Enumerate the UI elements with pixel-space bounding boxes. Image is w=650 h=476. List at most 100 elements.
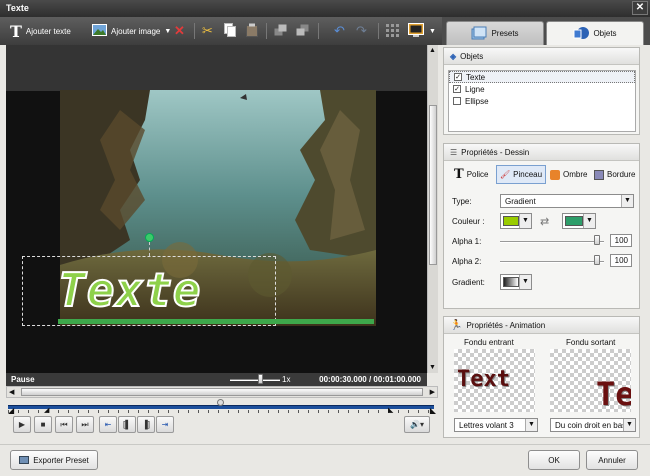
alpha2-slider[interactable] [500,261,604,263]
timeline[interactable]: ◢ ◢ ◣ ◣ [8,399,436,415]
copy-button[interactable] [224,21,236,41]
h-scroll-thumb[interactable] [21,388,423,396]
list-item[interactable]: Ellipse [449,95,635,107]
end-marker-icon[interactable]: ◣ [430,406,436,415]
next-button[interactable]: ⏭ [76,416,94,433]
fade-in-select[interactable]: Lettres volant 3 ▼ [454,418,538,432]
send-backward-button[interactable] [296,21,310,41]
delete-button[interactable]: ✕ [174,21,185,41]
close-button[interactable]: ✕ [632,1,648,15]
set-in-button[interactable]: [▌ [118,416,136,433]
tab-border-label: Bordure [607,170,636,179]
tab-objects[interactable]: Objets [546,21,644,45]
color1-swatch [503,216,519,226]
in-point-marker-icon[interactable]: ◢ [44,406,49,414]
tab-border[interactable]: Bordure [594,165,635,184]
scroll-left-arrow-icon[interactable]: ◀ [9,388,14,396]
type-select[interactable]: Gradient ▼ [500,194,634,208]
tab-shadow[interactable]: Ombre [550,165,587,184]
cut-button[interactable]: ✂ [202,21,213,41]
list-item[interactable]: ✓ Texte [449,71,635,83]
swap-colors-icon[interactable]: ⇄ [540,215,549,228]
redo-icon: ↷ [356,23,367,38]
alpha1-slider[interactable] [500,241,604,243]
vertical-scrollbar[interactable]: ▲ ▼ [427,45,438,373]
go-to-in-button[interactable]: ⇤ [99,416,117,433]
redo-button[interactable]: ↷ [356,21,367,41]
presets-icon [471,26,487,42]
grid-icon [386,23,399,39]
tab-objects-label: Objets [593,29,617,38]
scroll-down-arrow-icon[interactable]: ▼ [429,364,436,371]
cancel-button[interactable]: Annuler [586,450,638,470]
fade-in-label: Fondu entrant [464,338,514,347]
tab-font[interactable]: T Police [454,165,488,184]
alpha2-slider-thumb[interactable] [594,255,600,265]
speed-slider-thumb[interactable] [258,374,263,384]
playhead[interactable] [217,399,224,406]
border-icon [594,169,604,180]
speed-slider[interactable] [230,379,280,381]
start-marker-icon[interactable]: ◢ [8,406,14,415]
export-preset-label: Exporter Preset [33,455,89,465]
play-button[interactable]: ▶ [13,416,31,433]
tab-brush[interactable]: 🖌 Pinceau [496,165,546,184]
horizontal-scrollbar[interactable]: ◀ ▶ [6,386,438,398]
brush-icon: 🖌 [500,170,511,179]
fade-in-preview[interactable]: Text [454,349,535,412]
drawing-panel-header: ☰ Propriétés - Dessin [444,144,639,161]
chevron-down-icon: ▼ [583,214,595,228]
gradient-picker[interactable]: ▼ [500,274,532,290]
alpha2-input[interactable]: 100 [610,254,632,267]
set-out-button[interactable]: ▐] [137,416,155,433]
set-out-icon: ▐] [142,420,150,429]
alpha1-input[interactable]: 100 [610,234,632,247]
out-point-marker-icon[interactable]: ◣ [388,406,393,414]
object-checkbox[interactable] [453,97,461,105]
time-readout: 00:00:30.000 / 00:01:00.000 [319,375,421,384]
add-image-button[interactable]: Ajouter image ▼ [92,21,171,41]
ok-button[interactable]: OK [528,450,580,470]
tab-presets[interactable]: Presets [446,21,544,45]
chevron-down-icon: ▼ [623,419,635,431]
paste-button[interactable] [246,21,258,41]
monitor-button[interactable]: ▼ [408,21,436,41]
line-object[interactable] [58,319,374,324]
export-preset-button[interactable]: Exporter Preset [10,450,98,470]
add-text-button[interactable]: T Ajouter texte [10,21,71,41]
add-text-label: Ajouter texte [25,26,71,36]
window-title: Texte [6,3,29,13]
scroll-right-arrow-icon[interactable]: ▶ [430,388,435,396]
object-label: Ellipse [465,96,489,106]
timeline-ruler [8,410,434,413]
skip-back-icon: ⏮ [60,419,68,429]
object-checkbox[interactable]: ✓ [453,85,461,93]
fade-out-select[interactable]: Du coin droit en bas ▼ [550,418,636,432]
rotation-handle[interactable] [145,233,154,242]
go-to-out-button[interactable]: ⇥ [156,416,174,433]
toolbar: T Ajouter texte Ajouter image ▼ ✕ ✂ ↶ ↷ … [0,17,442,45]
object-checkbox[interactable]: ✓ [454,73,462,81]
chevron-down-icon: ▼ [519,214,531,228]
undo-button[interactable]: ↶ [334,21,345,41]
overlay-text[interactable]: Texte [57,264,201,316]
monitor-dropdown-icon[interactable]: ▼ [429,28,436,35]
volume-button[interactable]: 🔊▾ [404,416,430,433]
toolbar-separator [266,23,267,39]
color1-picker[interactable]: ▼ [500,213,532,229]
previous-button[interactable]: ⏮ [55,416,73,433]
scroll-thumb[interactable] [429,105,437,265]
stop-button[interactable]: ■ [34,416,52,433]
grid-button[interactable] [386,21,399,41]
color2-picker[interactable]: ▼ [562,213,596,229]
fade-out-preview[interactable]: Te [550,349,631,412]
color2-swatch [565,216,583,226]
bring-forward-button[interactable] [274,21,288,41]
status-bar: Pause 1x 00:00:30.000 / 00:01:00.000 [6,373,427,386]
scroll-up-arrow-icon[interactable]: ▲ [429,47,436,54]
panel-tabs: Presets Objets [442,17,650,45]
dropdown-arrow-icon[interactable]: ▼ [164,28,171,35]
alpha1-slider-thumb[interactable] [594,235,600,245]
fade-out-label: Fondu sortant [566,338,616,347]
list-item[interactable]: ✓ Ligne [449,83,635,95]
